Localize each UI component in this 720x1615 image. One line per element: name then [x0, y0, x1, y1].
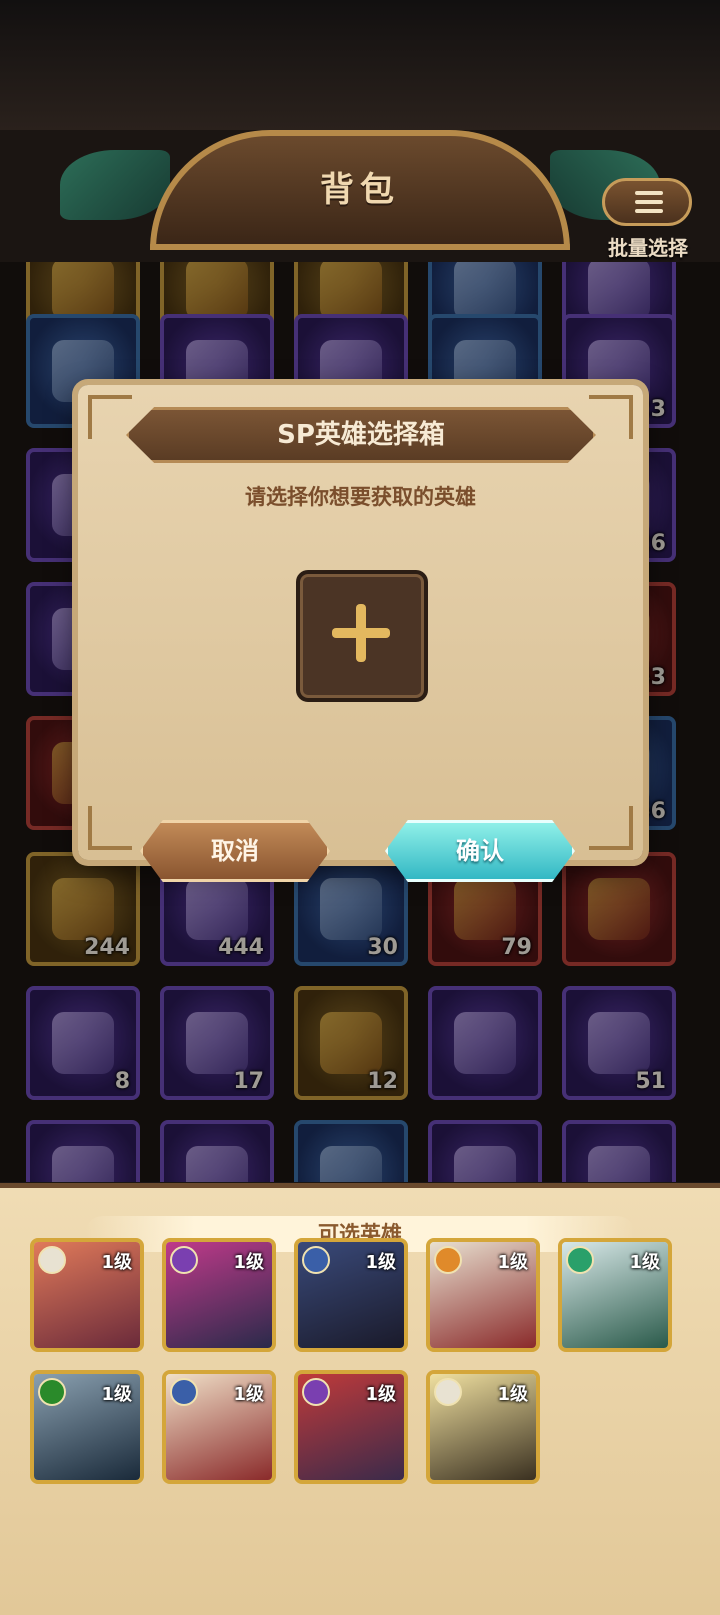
hero-level: 1级 [497, 1252, 528, 1273]
hero-card[interactable]: 1级 [162, 1370, 276, 1484]
hero-level: 1级 [101, 1252, 132, 1273]
faction-icon [302, 1246, 330, 1274]
cancel-button[interactable]: 取消 [140, 820, 330, 882]
hero-selection-panel: 可选英雄 1级 1级 1级 1级 1级 1级 1级 1级 1级 [0, 1183, 720, 1615]
batch-select-label: 批量选择 [608, 236, 688, 260]
faction-icon [434, 1378, 462, 1406]
hero-level: 1级 [497, 1384, 528, 1405]
faction-icon [170, 1378, 198, 1406]
hero-card[interactable]: 1级 [162, 1238, 276, 1352]
faction-icon [170, 1246, 198, 1274]
batch-select-button[interactable] [602, 178, 692, 226]
dialog-prompt: 请选择你想要获取的英雄 [245, 485, 476, 509]
list-check-icon [635, 191, 663, 215]
hero-level: 1级 [233, 1384, 264, 1405]
faction-icon [38, 1378, 66, 1406]
hero-level: 1级 [101, 1384, 132, 1405]
faction-icon [566, 1246, 594, 1274]
hero-card[interactable]: 1级 [426, 1370, 540, 1484]
hero-card[interactable]: 1级 [30, 1238, 144, 1352]
faction-icon [434, 1246, 462, 1274]
hero-level: 1级 [365, 1384, 396, 1405]
hero-level: 1级 [365, 1252, 396, 1273]
hero-card[interactable]: 1级 [294, 1370, 408, 1484]
hero-card[interactable]: 1级 [558, 1238, 672, 1352]
corner-ornament [88, 806, 132, 850]
hero-card[interactable]: 1级 [30, 1370, 144, 1484]
dialog-title: SP英雄选择箱 [277, 420, 445, 450]
faction-icon [38, 1246, 66, 1274]
hero-level: 1级 [233, 1252, 264, 1273]
sp-hero-select-dialog: SP英雄选择箱 请选择你想要获取的英雄 [78, 385, 643, 860]
faction-icon [302, 1378, 330, 1406]
plus-icon [332, 628, 390, 638]
corner-ornament [589, 806, 633, 850]
hero-level: 1级 [629, 1252, 660, 1273]
hero-card[interactable]: 1级 [294, 1238, 408, 1352]
confirm-button[interactable]: 确认 [385, 820, 575, 882]
hero-card[interactable]: 1级 [426, 1238, 540, 1352]
hero-pick-slot[interactable] [296, 570, 428, 702]
